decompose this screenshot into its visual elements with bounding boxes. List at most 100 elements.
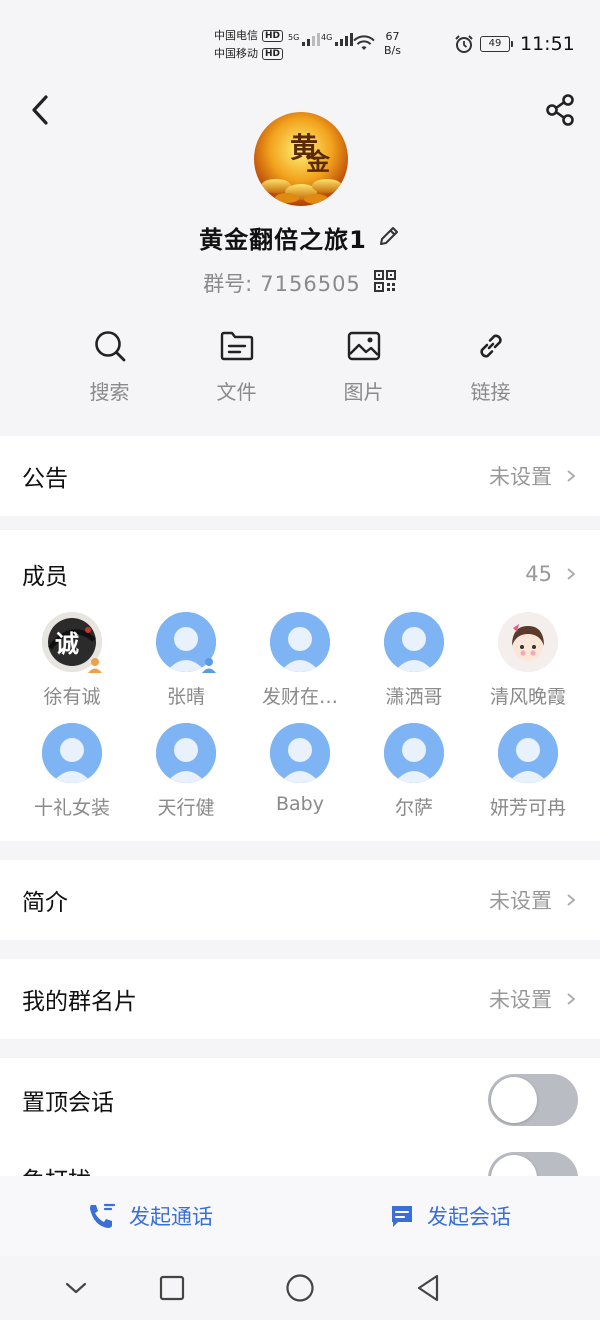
bottom-action-bar: 发起通话 发起会话: [0, 1176, 600, 1256]
member-item[interactable]: 十礼女装: [15, 723, 129, 820]
share-button[interactable]: [540, 90, 580, 130]
intro-card[interactable]: 简介 未设置: [0, 860, 600, 940]
nav-home-button[interactable]: [280, 1270, 320, 1306]
nav-recents-button[interactable]: [152, 1270, 192, 1306]
member-item[interactable]: 尔萨: [357, 723, 471, 820]
quick-action-file[interactable]: 文件: [173, 326, 300, 405]
announcement-row[interactable]: 公告 未设置: [0, 436, 600, 516]
dnd-toggle[interactable]: [488, 1152, 578, 1178]
qr-code-icon: [373, 269, 396, 292]
member-avatar-default: [156, 723, 216, 783]
nav-collapse-button[interactable]: [56, 1270, 96, 1306]
announcement-card[interactable]: 公告 未设置: [0, 436, 600, 516]
group-avatar[interactable]: 黄 金: [254, 112, 348, 206]
clock: 11:51: [520, 33, 575, 55]
net-speed: 67 B/s: [384, 30, 401, 58]
signal-icon-1: 5G: [288, 33, 321, 46]
start-chat-label: 发起会话: [427, 1205, 511, 1229]
member-avatar-default: [270, 612, 330, 672]
owner-badge-icon: [88, 658, 102, 673]
group-id-label: 群号:: [203, 272, 253, 296]
chat-bubble-icon: [392, 1206, 412, 1227]
quick-action-link[interactable]: 链接: [427, 326, 554, 405]
pin-chat-row: 置顶会话: [0, 1058, 600, 1142]
quick-action-label: 文件: [216, 380, 257, 404]
settings-card: 置顶会话 免打扰: [0, 1058, 600, 1178]
link-icon: [471, 326, 511, 366]
members-title: 成员: [22, 564, 68, 590]
square-icon: [159, 1275, 185, 1301]
quick-actions: 搜索 文件 图片 链接: [46, 326, 554, 405]
back-button[interactable]: [22, 90, 58, 130]
group-id-row: 群号: 7156505: [0, 268, 600, 298]
search-icon: [90, 326, 130, 366]
circle-icon: [286, 1274, 314, 1302]
member-avatar-default: [42, 723, 102, 783]
network-type-1: 5G: [288, 33, 300, 42]
member-grid: 诚 徐有诚 张晴 发财在… 潇洒哥 清风晚霞 十礼女装 天行健 Baby 尔萨 …: [0, 612, 600, 820]
members-count: 45: [525, 562, 552, 586]
system-nav-bar: [0, 1256, 600, 1320]
quick-action-label: 图片: [343, 380, 384, 404]
dnd-row: 免打扰: [0, 1136, 600, 1178]
hd-badge-1: HD: [262, 30, 284, 42]
intro-value: 未设置: [489, 889, 552, 913]
start-call-label: 发起通话: [129, 1205, 213, 1229]
member-item[interactable]: 妍芳可冉: [471, 723, 585, 820]
group-name: 黄金翻倍之旅1: [199, 226, 367, 254]
member-item[interactable]: 诚 徐有诚: [15, 612, 129, 709]
admin-badge-icon: [202, 658, 216, 673]
carrier-info: 中国电信 HD 中国移动 HD: [214, 27, 284, 63]
nav-back-button[interactable]: [408, 1270, 448, 1306]
member-name: 张晴: [166, 686, 205, 708]
alarm-icon: [454, 34, 474, 58]
intro-row[interactable]: 简介 未设置: [0, 860, 600, 940]
member-avatar-default: [384, 612, 444, 672]
member-name: 尔萨: [394, 797, 433, 819]
member-name: 十礼女装: [33, 797, 110, 819]
chevron-right-icon: [567, 470, 576, 482]
member-avatar: [498, 612, 558, 672]
battery-icon: 49: [480, 36, 513, 52]
chevron-right-icon: [567, 993, 576, 1005]
member-name: 妍芳可冉: [489, 797, 566, 819]
chevron-right-icon: [567, 894, 576, 906]
triangle-back-icon: [417, 1274, 439, 1302]
member-item[interactable]: 潇洒哥: [357, 612, 471, 709]
member-item[interactable]: 张晴: [129, 612, 243, 709]
my-group-card-row[interactable]: 我的群名片 未设置: [0, 959, 600, 1039]
pin-chat-title: 置顶会话: [22, 1090, 114, 1116]
my-group-card[interactable]: 我的群名片 未设置: [0, 959, 600, 1039]
carrier-2: 中国移动: [214, 47, 258, 60]
group-id-value: 7156505: [260, 272, 361, 296]
toggle-knob: [491, 1077, 537, 1123]
wifi-icon: [352, 34, 376, 56]
member-item[interactable]: 发财在…: [243, 612, 357, 709]
qr-code-button[interactable]: [373, 269, 397, 298]
quick-action-search[interactable]: 搜索: [46, 326, 173, 405]
members-header[interactable]: 成员 45: [0, 530, 600, 618]
member-item[interactable]: Baby: [243, 723, 357, 820]
toggle-knob: [491, 1155, 537, 1178]
net-speed-value: 67: [385, 30, 400, 43]
group-title-row: 黄金翻倍之旅1: [0, 220, 600, 255]
start-call-button[interactable]: 发起通话: [0, 1176, 300, 1256]
quick-action-image[interactable]: 图片: [300, 326, 427, 405]
chevron-down-icon: [65, 1282, 87, 1294]
screen: 中国电信 HD 中国移动 HD 5G 4G 67 B/s 49 11:51 黄 …: [0, 0, 600, 1320]
signal-icon-2: 4G: [321, 33, 354, 46]
file-icon: [217, 326, 257, 366]
status-bar: 中国电信 HD 中国移动 HD 5G 4G 67 B/s 49 11:51: [0, 0, 600, 88]
member-item[interactable]: 天行健: [129, 723, 243, 820]
net-speed-unit: B/s: [384, 44, 401, 57]
announcement-title: 公告: [22, 466, 68, 492]
network-type-2: 4G: [321, 33, 333, 42]
chevron-left-icon: [32, 95, 48, 125]
member-name: Baby: [276, 793, 324, 815]
edit-name-button[interactable]: [377, 224, 401, 252]
member-item[interactable]: 清风晚霞: [471, 612, 585, 709]
pin-chat-toggle[interactable]: [488, 1074, 578, 1126]
start-chat-button[interactable]: 发起会话: [300, 1176, 600, 1256]
member-name: 清风晚霞: [489, 686, 566, 708]
members-card: 成员 45 诚 徐有诚 张晴 发财在… 潇洒哥 清风晚霞 十礼女装 天行健 Ba…: [0, 530, 600, 841]
